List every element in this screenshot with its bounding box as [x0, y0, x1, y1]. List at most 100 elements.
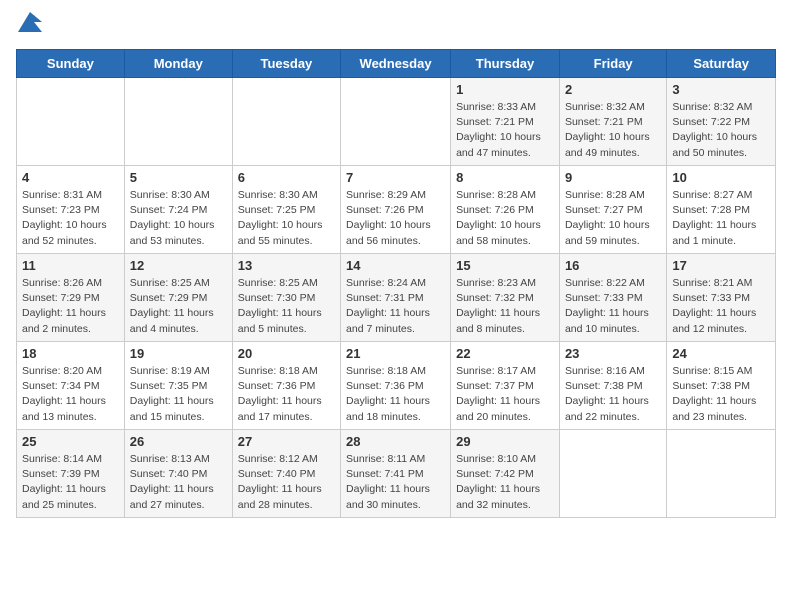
- calendar-cell: 16 Sunrise: 8:22 AM Sunset: 7:33 PM Dayli…: [559, 254, 666, 342]
- calendar-cell: 13Sunrise: 8:25 AM Sunset: 7:30 PM Dayli…: [232, 254, 340, 342]
- day-number: 4: [22, 170, 119, 185]
- calendar-cell: 27 Sunrise: 8:12 AM Sunset: 7:40 PM Dayli…: [232, 430, 340, 518]
- calendar-cell: 12 Sunrise: 8:25 AM Sunset: 7:29 PM Dayli…: [124, 254, 232, 342]
- calendar-cell: 8 Sunrise: 8:28 AM Sunset: 7:26 PM Daylig…: [451, 166, 560, 254]
- calendar-cell: 15 Sunrise: 8:23 AM Sunset: 7:32 PM Dayli…: [451, 254, 560, 342]
- day-detail: Sunrise: 8:30 AM Sunset: 7:25 PM Dayligh…: [238, 188, 335, 249]
- calendar-cell: 19 Sunrise: 8:19 AM Sunset: 7:35 PM Dayli…: [124, 342, 232, 430]
- day-detail: Sunrise: 8:29 AM Sunset: 7:26 PM Dayligh…: [346, 188, 445, 249]
- day-header-wednesday: Wednesday: [341, 50, 451, 78]
- calendar-cell: 2 Sunrise: 8:32 AM Sunset: 7:21 PM Daylig…: [559, 78, 666, 166]
- calendar-cell: 1 Sunrise: 8:33 AM Sunset: 7:21 PM Daylig…: [451, 78, 560, 166]
- day-detail: Sunrise: 8:31 AM Sunset: 7:23 PM Dayligh…: [22, 188, 119, 249]
- day-detail: Sunrise: 8:27 AM Sunset: 7:28 PM Dayligh…: [672, 188, 770, 249]
- calendar-cell: 17 Sunrise: 8:21 AM Sunset: 7:33 PM Dayli…: [667, 254, 776, 342]
- day-detail: Sunrise: 8:30 AM Sunset: 7:24 PM Dayligh…: [130, 188, 227, 249]
- day-number: 11: [22, 258, 119, 273]
- day-detail: Sunrise: 8:20 AM Sunset: 7:34 PM Dayligh…: [22, 364, 119, 425]
- calendar-cell: 24 Sunrise: 8:15 AM Sunset: 7:38 PM Dayli…: [667, 342, 776, 430]
- calendar-cell: [17, 78, 125, 166]
- day-detail: Sunrise: 8:28 AM Sunset: 7:26 PM Dayligh…: [456, 188, 554, 249]
- day-detail: Sunrise: 8:17 AM Sunset: 7:37 PM Dayligh…: [456, 364, 554, 425]
- day-header-sunday: Sunday: [17, 50, 125, 78]
- day-number: 6: [238, 170, 335, 185]
- calendar-cell: 25Sunrise: 8:14 AM Sunset: 7:39 PM Dayli…: [17, 430, 125, 518]
- day-header-friday: Friday: [559, 50, 666, 78]
- day-detail: Sunrise: 8:13 AM Sunset: 7:40 PM Dayligh…: [130, 452, 227, 513]
- week-row-1: 1 Sunrise: 8:33 AM Sunset: 7:21 PM Daylig…: [17, 78, 776, 166]
- day-number: 10: [672, 170, 770, 185]
- day-number: 1: [456, 82, 554, 97]
- day-number: 7: [346, 170, 445, 185]
- day-detail: Sunrise: 8:12 AM Sunset: 7:40 PM Dayligh…: [238, 452, 335, 513]
- calendar-cell: 28 Sunrise: 8:11 AM Sunset: 7:41 PM Dayli…: [341, 430, 451, 518]
- day-number: 2: [565, 82, 661, 97]
- calendar-cell: 29 Sunrise: 8:10 AM Sunset: 7:42 PM Dayli…: [451, 430, 560, 518]
- calendar-cell: 9 Sunrise: 8:28 AM Sunset: 7:27 PM Daylig…: [559, 166, 666, 254]
- day-detail: Sunrise: 8:15 AM Sunset: 7:38 PM Dayligh…: [672, 364, 770, 425]
- days-header-row: SundayMondayTuesdayWednesdayThursdayFrid…: [17, 50, 776, 78]
- day-number: 21: [346, 346, 445, 361]
- calendar-cell: 10 Sunrise: 8:27 AM Sunset: 7:28 PM Dayli…: [667, 166, 776, 254]
- calendar-cell: 4 Sunrise: 8:31 AM Sunset: 7:23 PM Daylig…: [17, 166, 125, 254]
- logo: [16, 16, 42, 37]
- day-number: 5: [130, 170, 227, 185]
- day-detail: Sunrise: 8:21 AM Sunset: 7:33 PM Dayligh…: [672, 276, 770, 337]
- day-number: 17: [672, 258, 770, 273]
- day-detail: Sunrise: 8:10 AM Sunset: 7:42 PM Dayligh…: [456, 452, 554, 513]
- calendar-cell: 11 Sunrise: 8:26 AM Sunset: 7:29 PM Dayli…: [17, 254, 125, 342]
- calendar-cell: 6 Sunrise: 8:30 AM Sunset: 7:25 PM Daylig…: [232, 166, 340, 254]
- calendar-cell: 5 Sunrise: 8:30 AM Sunset: 7:24 PM Daylig…: [124, 166, 232, 254]
- day-number: 24: [672, 346, 770, 361]
- week-row-5: 25Sunrise: 8:14 AM Sunset: 7:39 PM Dayli…: [17, 430, 776, 518]
- calendar-cell: 20 Sunrise: 8:18 AM Sunset: 7:36 PM Dayli…: [232, 342, 340, 430]
- day-number: 28: [346, 434, 445, 449]
- calendar-cell: 23 Sunrise: 8:16 AM Sunset: 7:38 PM Dayli…: [559, 342, 666, 430]
- day-number: 20: [238, 346, 335, 361]
- day-number: 18: [22, 346, 119, 361]
- day-number: 26: [130, 434, 227, 449]
- calendar-cell: [559, 430, 666, 518]
- day-detail: Sunrise: 8:25 AM Sunset: 7:29 PM Dayligh…: [130, 276, 227, 337]
- day-header-thursday: Thursday: [451, 50, 560, 78]
- calendar-cell: 14 Sunrise: 8:24 AM Sunset: 7:31 PM Dayli…: [341, 254, 451, 342]
- day-detail: Sunrise: 8:19 AM Sunset: 7:35 PM Dayligh…: [130, 364, 227, 425]
- day-detail: Sunrise: 8:23 AM Sunset: 7:32 PM Dayligh…: [456, 276, 554, 337]
- day-number: 23: [565, 346, 661, 361]
- calendar-cell: [667, 430, 776, 518]
- calendar-cell: [341, 78, 451, 166]
- day-number: 22: [456, 346, 554, 361]
- week-row-4: 18 Sunrise: 8:20 AM Sunset: 7:34 PM Dayli…: [17, 342, 776, 430]
- week-row-3: 11 Sunrise: 8:26 AM Sunset: 7:29 PM Dayli…: [17, 254, 776, 342]
- day-number: 29: [456, 434, 554, 449]
- day-header-monday: Monday: [124, 50, 232, 78]
- day-detail: Sunrise: 8:16 AM Sunset: 7:38 PM Dayligh…: [565, 364, 661, 425]
- day-number: 14: [346, 258, 445, 273]
- day-number: 16: [565, 258, 661, 273]
- day-detail: Sunrise: 8:18 AM Sunset: 7:36 PM Dayligh…: [346, 364, 445, 425]
- calendar-cell: 21 Sunrise: 8:18 AM Sunset: 7:36 PM Dayli…: [341, 342, 451, 430]
- day-number: 9: [565, 170, 661, 185]
- day-detail: Sunrise: 8:11 AM Sunset: 7:41 PM Dayligh…: [346, 452, 445, 513]
- calendar-cell: [124, 78, 232, 166]
- day-detail: Sunrise: 8:33 AM Sunset: 7:21 PM Dayligh…: [456, 100, 554, 161]
- day-detail: Sunrise: 8:32 AM Sunset: 7:21 PM Dayligh…: [565, 100, 661, 161]
- day-number: 12: [130, 258, 227, 273]
- day-detail: Sunrise: 8:26 AM Sunset: 7:29 PM Dayligh…: [22, 276, 119, 337]
- calendar-cell: 26 Sunrise: 8:13 AM Sunset: 7:40 PM Dayli…: [124, 430, 232, 518]
- day-header-tuesday: Tuesday: [232, 50, 340, 78]
- day-detail: Sunrise: 8:24 AM Sunset: 7:31 PM Dayligh…: [346, 276, 445, 337]
- week-row-2: 4 Sunrise: 8:31 AM Sunset: 7:23 PM Daylig…: [17, 166, 776, 254]
- calendar-cell: 3Sunrise: 8:32 AM Sunset: 7:22 PM Daylig…: [667, 78, 776, 166]
- calendar-cell: 7 Sunrise: 8:29 AM Sunset: 7:26 PM Daylig…: [341, 166, 451, 254]
- calendar-cell: 18 Sunrise: 8:20 AM Sunset: 7:34 PM Dayli…: [17, 342, 125, 430]
- day-number: 8: [456, 170, 554, 185]
- day-detail: Sunrise: 8:18 AM Sunset: 7:36 PM Dayligh…: [238, 364, 335, 425]
- calendar-table: SundayMondayTuesdayWednesdayThursdayFrid…: [16, 49, 776, 518]
- day-number: 27: [238, 434, 335, 449]
- day-number: 15: [456, 258, 554, 273]
- day-number: 25: [22, 434, 119, 449]
- day-detail: Sunrise: 8:22 AM Sunset: 7:33 PM Dayligh…: [565, 276, 661, 337]
- day-number: 19: [130, 346, 227, 361]
- day-detail: Sunrise: 8:28 AM Sunset: 7:27 PM Dayligh…: [565, 188, 661, 249]
